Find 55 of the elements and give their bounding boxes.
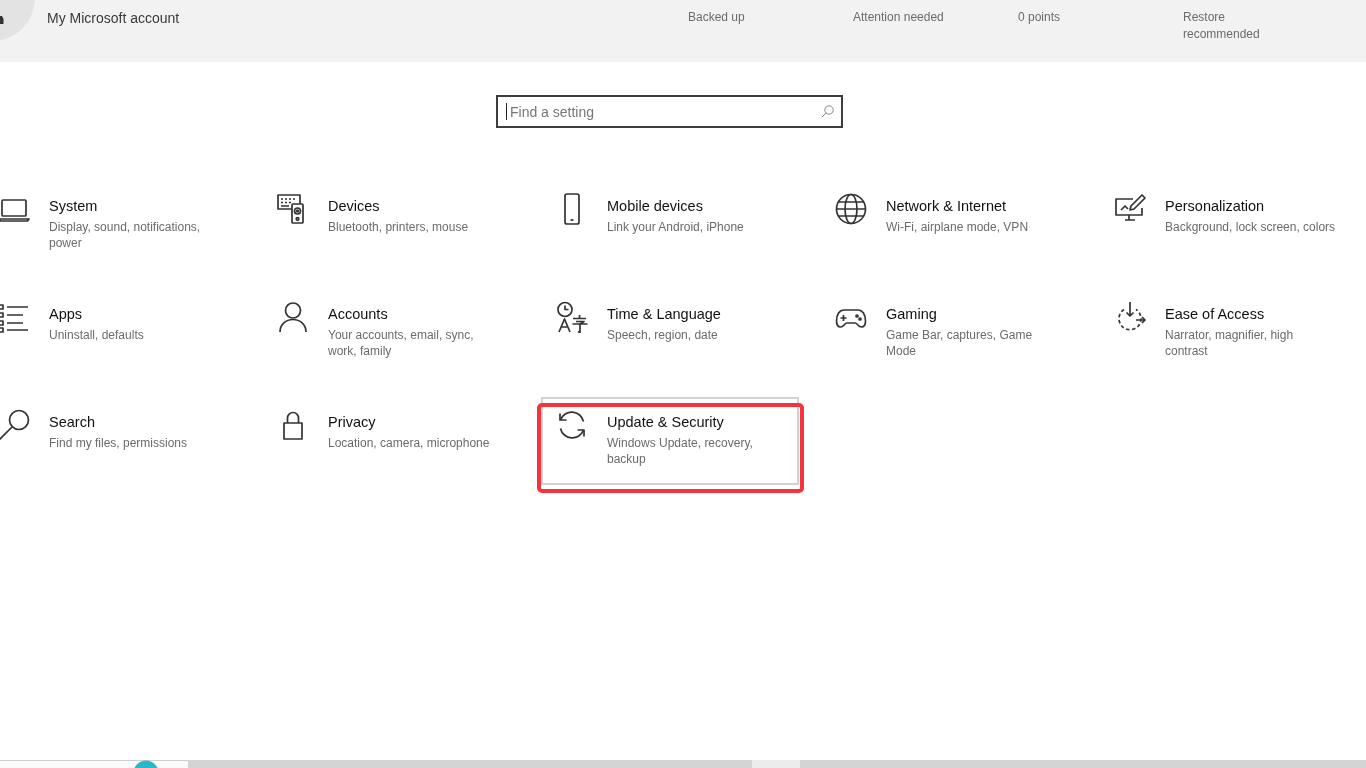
tile-description: Display, sound, notifications, power [49, 219, 202, 251]
tile-title: Gaming [886, 305, 937, 324]
account-link[interactable]: My Microsoft account [47, 9, 180, 27]
tile-title: Time & Language [607, 305, 721, 324]
settings-tile[interactable]: Ease of Access Narrator, magnifier, high contrast [1099, 289, 1357, 377]
settings-tile[interactable]: Search Find my files, permissions [0, 397, 241, 485]
tile-description: Find my files, permissions [49, 435, 188, 451]
tile-description: Location, camera, microphone [328, 435, 490, 451]
tile-title: Devices [328, 197, 380, 216]
tile-title: Network & Internet [886, 197, 1007, 216]
clock-letters-icon [556, 301, 588, 333]
tile-title: Personalization [1165, 197, 1265, 216]
status-text: Restore recommended [1183, 9, 1261, 43]
tile-description: Speech, region, date [607, 327, 718, 343]
tile-description: Your accounts, email, sync, work, family [328, 327, 475, 359]
tile-title: Mobile devices [607, 197, 703, 216]
tile-title: Update & Security [607, 413, 724, 432]
settings-tile[interactable]: Privacy Location, camera, microphone [262, 397, 520, 485]
list-icon [0, 301, 30, 333]
globe-icon [835, 193, 867, 225]
tile-description: Game Bar, captures, Game Mode [886, 327, 1034, 359]
tile-title: Privacy [328, 413, 376, 432]
settings-tile[interactable]: Devices Bluetooth, printers, mouse [262, 181, 520, 269]
search-field[interactable]: Find a setting [496, 95, 843, 128]
tile-description: Uninstall, defaults [49, 327, 144, 343]
settings-tile[interactable]: System Display, sound, notifications, power [0, 181, 241, 269]
search-icon[interactable] [821, 105, 834, 118]
tile-title: Accounts [328, 305, 388, 324]
tile-description: Background, lock screen, colors [1165, 219, 1336, 235]
settings-tile[interactable]: Gaming Game Bar, captures, Game Mode [820, 289, 1078, 377]
settings-tile[interactable]: Network & Internet Wi-Fi, airplane mode, VPN [820, 181, 1078, 269]
settings-tile[interactable]: Time & Language Speech, region, date [541, 289, 799, 377]
text-cursor [506, 103, 507, 120]
tile-title: Search [49, 413, 95, 432]
settings-tile[interactable]: Update & Security Windows Update, recovery, backup [541, 397, 799, 485]
avatar-icon[interactable] [0, 0, 35, 42]
tile-title: Ease of Access [1165, 305, 1265, 324]
settings-tile[interactable]: Apps Uninstall, defaults [0, 289, 241, 377]
tile-description: Wi-Fi, airplane mode, VPN [886, 219, 1029, 235]
tile-description: Narrator, magnifier, high contrast [1165, 327, 1295, 359]
tile-description: Bluetooth, printers, mouse [328, 219, 469, 235]
search-icon [0, 409, 30, 441]
tile-description: Link your Android, iPhone [607, 219, 744, 235]
status-text: Attention needed [853, 9, 945, 26]
status-text: 0 points [1018, 9, 1062, 26]
tile-description: Windows Update, recovery, backup [607, 435, 754, 467]
status-text: Backed up [688, 9, 746, 26]
settings-tile[interactable]: Personalization Background, lock screen, colors [1099, 181, 1357, 269]
person-icon [277, 301, 309, 333]
tile-title: System [49, 197, 98, 216]
app-icon[interactable] [133, 760, 159, 768]
tile-title: Apps [49, 305, 83, 324]
settings-tile[interactable]: Mobile devices Link your Android, iPhone [541, 181, 799, 269]
refresh-icon [556, 409, 588, 441]
settings-tile[interactable]: Accounts Your accounts, email, sync, work, family [262, 289, 520, 377]
